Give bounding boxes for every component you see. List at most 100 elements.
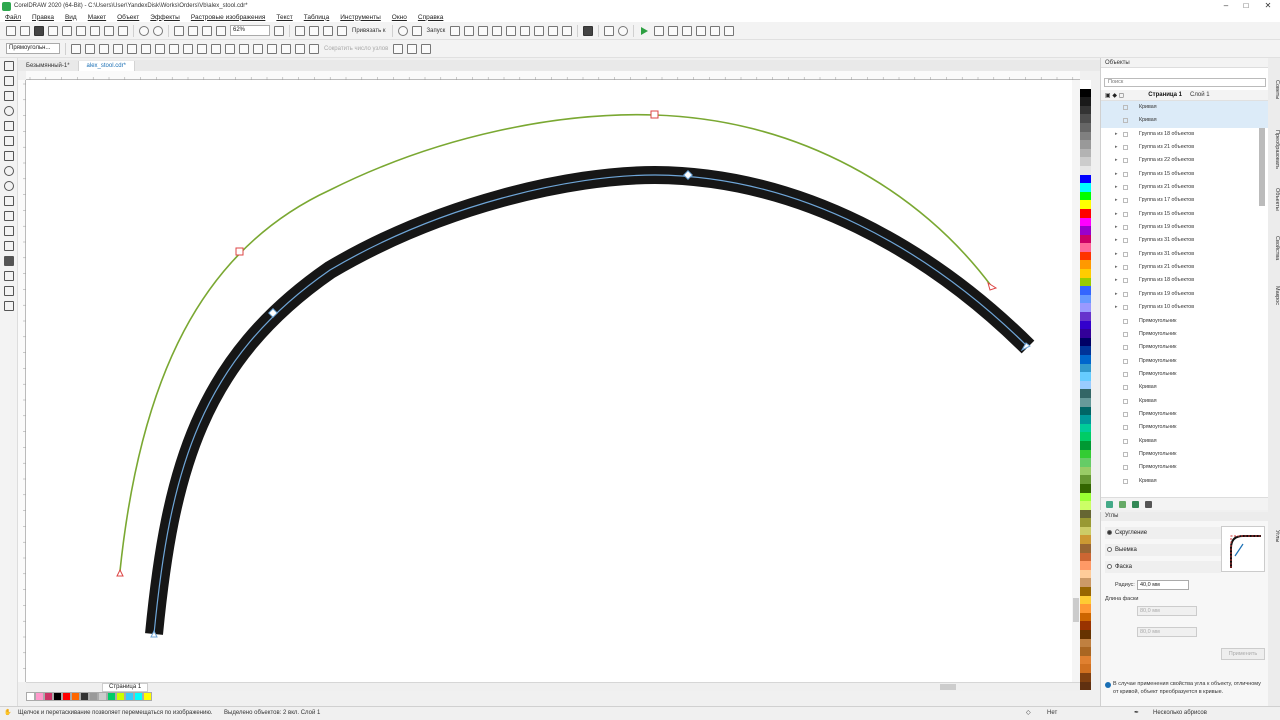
object-row[interactable]: ▸ Группа из 15 объектов [1101, 168, 1268, 181]
expand-arrow-icon[interactable]: ▸ [1115, 208, 1118, 221]
interactive-fill-tool-icon[interactable] [4, 286, 14, 296]
grid-icon[interactable] [309, 25, 319, 36]
close-button[interactable]: ✕ [1258, 0, 1278, 12]
palette-swatch[interactable] [1080, 157, 1091, 166]
palette-swatch[interactable] [1080, 372, 1091, 381]
shape-f-icon[interactable] [534, 25, 545, 36]
document-palette-swatch[interactable] [71, 691, 80, 701]
palette-swatch[interactable] [1080, 320, 1091, 330]
object-row[interactable]: Прямоугольник [1101, 461, 1268, 474]
node-spread-icon[interactable] [407, 43, 418, 54]
palette-swatch[interactable] [1080, 234, 1091, 244]
menu-table[interactable]: Таблица [304, 14, 330, 21]
palette-swatch[interactable] [1080, 303, 1091, 313]
options-gear-icon[interactable] [397, 25, 408, 36]
palette-swatch[interactable] [1080, 595, 1091, 605]
palette-swatch[interactable] [1080, 578, 1091, 588]
expand-arrow-icon[interactable]: ▸ [1115, 128, 1118, 141]
snap-to-dropdown[interactable]: Привязать к [352, 28, 386, 34]
object-row[interactable]: Кривая [1101, 101, 1268, 115]
object-row[interactable]: Прямоугольник [1101, 368, 1268, 381]
extract-icon[interactable] [225, 43, 235, 54]
vertical-scrollbar[interactable] [1072, 80, 1080, 682]
palette-swatch[interactable] [1080, 621, 1091, 630]
palette-swatch[interactable] [1080, 80, 1091, 89]
reverse-icon[interactable] [197, 43, 207, 54]
artistic-media-tool-icon[interactable] [4, 136, 14, 146]
object-row[interactable]: Прямоугольник [1101, 448, 1268, 461]
palette-swatch[interactable] [1080, 140, 1091, 149]
expand-arrow-icon[interactable]: ▸ [1115, 221, 1118, 234]
palette-swatch[interactable] [1080, 612, 1091, 622]
palette-swatch[interactable] [1080, 552, 1091, 562]
document-palette-swatch[interactable] [62, 691, 71, 701]
object-row[interactable]: Кривая [1101, 114, 1268, 128]
macro-manager-icon[interactable] [696, 25, 707, 36]
document-palette-swatch[interactable] [89, 691, 98, 701]
minimize-button[interactable]: – [1216, 0, 1236, 12]
new-master-layer-icon[interactable] [1119, 500, 1126, 508]
shape-g-icon[interactable] [548, 25, 559, 36]
palette-swatch[interactable] [1080, 561, 1091, 570]
node-join-icon[interactable] [99, 43, 109, 54]
palette-swatch[interactable] [1080, 217, 1091, 227]
object-row[interactable]: ▸ Группа из 31 объектов [1101, 234, 1268, 247]
record-icon[interactable] [668, 25, 679, 36]
fill-none-icon[interactable]: ◇ [1026, 707, 1031, 720]
object-row[interactable]: Прямоугольник [1101, 328, 1268, 341]
redo-icon[interactable] [153, 25, 163, 36]
palette-swatch[interactable] [1080, 329, 1091, 338]
menu-file[interactable]: Файл [5, 14, 21, 21]
document-palette-swatch[interactable] [53, 691, 62, 701]
move-to-layer-icon[interactable] [1132, 500, 1139, 508]
horizontal-ruler[interactable] [26, 71, 1080, 80]
palette-swatch[interactable] [1080, 208, 1091, 218]
node-icon[interactable] [450, 25, 461, 36]
menu-bitmaps[interactable]: Растровые изображения [191, 14, 266, 21]
palette-swatch[interactable] [1080, 483, 1091, 493]
shape-d-icon[interactable] [506, 25, 517, 36]
menu-effects[interactable]: Эффекты [150, 14, 180, 21]
expand-arrow-icon[interactable]: ▸ [1115, 301, 1118, 314]
palette-swatch[interactable] [1080, 200, 1091, 209]
new-layer-icon[interactable] [1106, 500, 1113, 508]
menu-layout[interactable]: Макет [88, 14, 106, 21]
node-delete-icon[interactable] [85, 43, 95, 54]
vertical-scroll-thumb[interactable] [1073, 598, 1079, 622]
curve-end-node[interactable] [987, 281, 998, 291]
expand-arrow-icon[interactable]: ▸ [1115, 168, 1118, 181]
macro-editor-icon[interactable] [682, 25, 693, 36]
palette-swatch[interactable] [1080, 131, 1091, 141]
close-curve-icon[interactable] [239, 43, 249, 54]
snap-icon[interactable] [337, 25, 347, 36]
drawing-canvas[interactable] [26, 80, 1080, 682]
palette-swatch[interactable] [1080, 355, 1091, 364]
document-palette-swatch[interactable] [143, 691, 152, 701]
chamfer-length-1-input[interactable]: 80,0 мм [1137, 606, 1197, 616]
cloud-icon[interactable] [48, 25, 58, 36]
horizontal-scroll-thumb[interactable] [940, 684, 956, 690]
object-row[interactable]: ▸ Группа из 15 объектов [1101, 208, 1268, 221]
object-row[interactable]: ▸ Группа из 21 объектов [1101, 181, 1268, 194]
radius-input[interactable]: 40,0 мм [1137, 580, 1189, 590]
shape-c-icon[interactable] [492, 25, 503, 36]
cut-icon[interactable] [90, 25, 100, 36]
object-row[interactable]: ▸ Группа из 21 объектов [1101, 141, 1268, 154]
palette-swatch[interactable] [1080, 380, 1091, 390]
cusp-icon[interactable] [155, 43, 165, 54]
palette-swatch[interactable] [1080, 183, 1091, 192]
palette-swatch[interactable] [1080, 630, 1091, 639]
export-icon[interactable] [188, 25, 198, 36]
side-tab-corners[interactable]: Углы [1268, 530, 1280, 542]
macro-settings-icon[interactable] [710, 25, 721, 36]
document-palette-swatch[interactable] [125, 691, 134, 701]
corner-notch-option[interactable]: Выемка [1105, 544, 1221, 556]
parallel-dimension-tool-icon[interactable] [4, 211, 14, 221]
launch-dropdown[interactable]: Запуск [427, 28, 446, 34]
object-row[interactable]: ▸ Группа из 31 объектов [1101, 248, 1268, 261]
palette-swatch[interactable] [1080, 423, 1091, 433]
palette-swatch[interactable] [1080, 269, 1091, 278]
curve-start-node[interactable] [116, 568, 124, 577]
expand-arrow-icon[interactable]: ▸ [1115, 194, 1118, 207]
side-tab-transform[interactable]: Преобразовать [1268, 130, 1280, 169]
